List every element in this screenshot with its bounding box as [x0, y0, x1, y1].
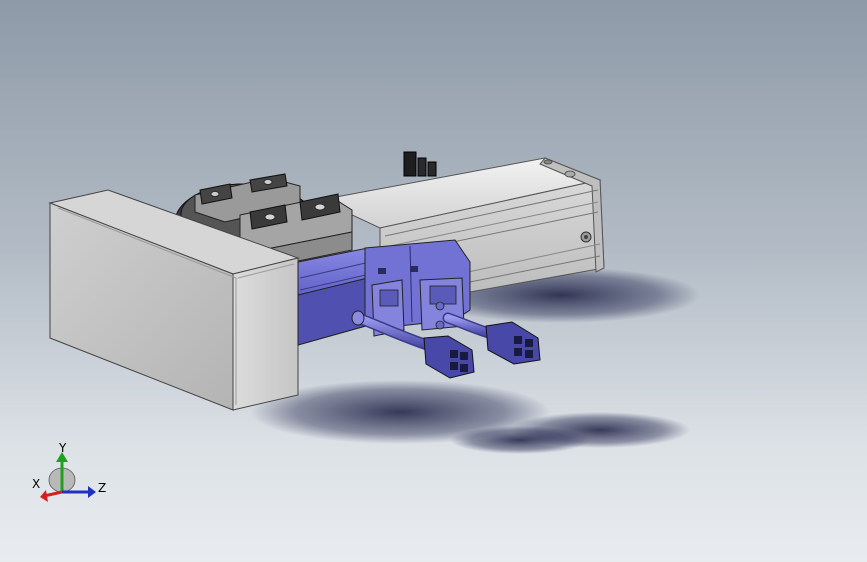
model-viewport[interactable]: Y Z X: [0, 0, 867, 562]
connector-plug-encoder[interactable]: [485, 321, 541, 365]
triad-y-label: Y: [58, 441, 67, 455]
triad-x-label: X: [32, 477, 40, 491]
3d-model-view[interactable]: [0, 0, 867, 562]
limit-sensor[interactable]: [403, 151, 437, 177]
connector-plug-power[interactable]: [423, 335, 475, 379]
triad-z-label: Z: [98, 481, 106, 495]
triad-x-arrow: [40, 490, 48, 502]
orientation-triad[interactable]: Y Z X: [28, 440, 118, 510]
triad-z-arrow: [88, 486, 96, 498]
